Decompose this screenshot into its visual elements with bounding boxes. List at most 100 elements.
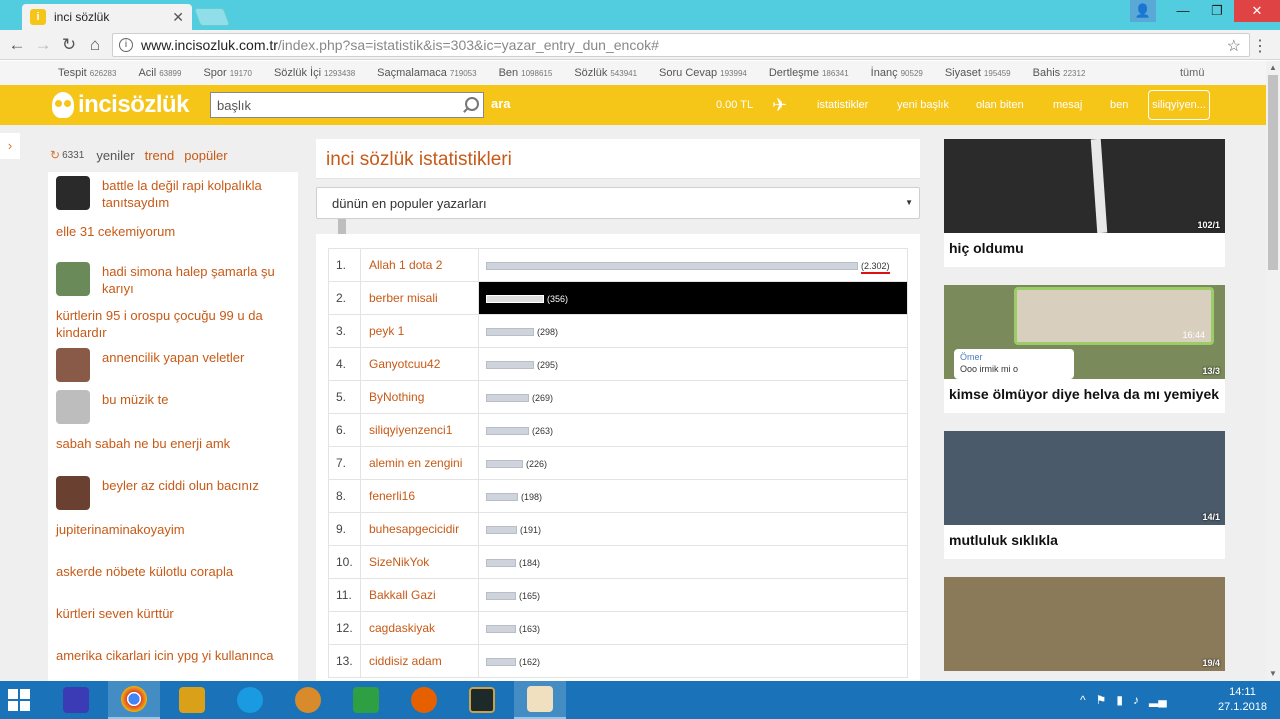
tray-chevron-icon[interactable]: ^	[1080, 693, 1086, 707]
tray-battery-icon[interactable]: ▮	[1116, 693, 1123, 707]
scroll-up-arrow-icon[interactable]: ▲	[1266, 61, 1280, 75]
topic-title[interactable]: battle la değil rapi kolpalıkla tanıtsay…	[102, 177, 290, 211]
topic-title[interactable]: jupiterinaminakoyayim	[56, 521, 185, 538]
category-all-link[interactable]: tümü	[1180, 67, 1204, 79]
tab-trend[interactable]: trend	[145, 148, 175, 163]
card-image[interactable]: 19/4	[944, 577, 1225, 671]
row-author-link[interactable]: ByNothing	[360, 380, 479, 414]
nav-link-istatistikler[interactable]: istatistikler	[817, 99, 868, 111]
category-link[interactable]: Bahis 22312	[1033, 67, 1086, 79]
category-link[interactable]: Dertleşme 186341	[769, 67, 849, 79]
taskbar-game-icon[interactable]	[166, 681, 218, 719]
list-item[interactable]: beyler az ciddi olun bacınız	[48, 472, 298, 516]
profile-icon[interactable]: 👤	[1130, 0, 1156, 22]
refresh-icon[interactable]: ↻	[50, 148, 60, 162]
topic-title[interactable]: hadi simona halep şamarla şu karıyı	[102, 263, 290, 297]
taskbar-chrome-icon[interactable]	[108, 681, 160, 719]
taskbar-ie-icon[interactable]	[224, 681, 276, 719]
row-author-link[interactable]: fenerli16	[360, 479, 479, 513]
search-button[interactable]: ara	[491, 96, 511, 111]
tab-yeniler[interactable]: yeniler	[96, 148, 134, 163]
forward-arrow-icon[interactable]: →	[30, 35, 56, 55]
list-item[interactable]: kürtlerin 95 i orospu çocuğu 99 u da kin…	[48, 302, 298, 344]
balance-link[interactable]: 0.00 TL	[716, 99, 753, 111]
browser-menu-icon[interactable]: ⋮	[1252, 36, 1268, 56]
taskbar-firefox-icon[interactable]	[398, 681, 450, 719]
category-link[interactable]: Sözlük İçi 1293438	[274, 67, 355, 79]
minimize-button[interactable]: —	[1166, 0, 1200, 22]
category-link[interactable]: Sözlük 543941	[574, 67, 637, 79]
site-logo[interactable]: incisözlük	[52, 91, 190, 119]
page-scroll-thumb[interactable]	[1268, 75, 1278, 270]
category-link[interactable]: Spor 19170	[203, 67, 252, 79]
taskbar-clock[interactable]: 14:11 27.1.2018	[1218, 685, 1267, 715]
category-link[interactable]: Tespit 626283	[58, 67, 116, 79]
list-item[interactable]: kürtleri seven kürttür	[48, 600, 298, 642]
list-item[interactable]: hadi simona halep şamarla şu karıyı	[48, 258, 298, 302]
reload-icon[interactable]: ↻	[56, 35, 82, 55]
card-image[interactable]: Ömer Ooo irmik mi o 16:44 13/3	[944, 285, 1225, 379]
row-author-link[interactable]: peyk 1	[360, 314, 479, 348]
stats-type-select[interactable]: dünün en populer yazarları ▼	[316, 187, 920, 219]
tab-populer[interactable]: popüler	[184, 148, 227, 163]
topic-title[interactable]: sabah sabah ne bu enerji amk	[56, 435, 230, 452]
row-author-link[interactable]: siliqyiyenzenci1	[360, 413, 479, 447]
list-item[interactable]: sabah sabah ne bu enerji amk	[48, 430, 298, 472]
topic-title[interactable]: kürtlerin 95 i orospu çocuğu 99 u da kin…	[56, 307, 290, 341]
back-arrow-icon[interactable]: ←	[4, 35, 30, 55]
home-icon[interactable]: ⌂	[82, 35, 108, 55]
list-item[interactable]: amerika cikarlari icin ypg yi kullanınca	[48, 642, 298, 681]
row-author-link[interactable]: buhesapgecicidir	[360, 512, 479, 546]
user-menu-button[interactable]: siliqyiyen...	[1148, 90, 1210, 120]
topic-title[interactable]: beyler az ciddi olun bacınız	[102, 477, 259, 494]
bookmark-star-icon[interactable]: ☆	[1227, 36, 1241, 56]
page-scrollbar[interactable]: ▲ ▼	[1266, 61, 1280, 681]
row-author-link[interactable]: Bakkall Gazi	[360, 578, 479, 612]
row-author-link[interactable]: berber misali	[360, 281, 479, 315]
search-icon[interactable]	[459, 93, 483, 117]
category-link[interactable]: Ben 1098615	[499, 67, 553, 79]
sidebar-toggle-chevron-icon[interactable]: ›	[0, 133, 20, 159]
browser-tab-active[interactable]: i inci sözlük ✕	[22, 4, 192, 30]
search-input[interactable]	[211, 93, 459, 117]
feature-card[interactable]: 102/1 hiç oldumu	[944, 139, 1225, 267]
topic-title[interactable]: kürtleri seven kürttür	[56, 605, 174, 622]
scroll-down-arrow-icon[interactable]: ▼	[1266, 667, 1280, 681]
taskbar-settings-icon[interactable]	[50, 681, 102, 719]
nav-link-olan-biten[interactable]: olan biten	[976, 99, 1024, 111]
window-close-button[interactable]: ✕	[1234, 0, 1280, 22]
card-image[interactable]: 14/1	[944, 431, 1225, 525]
list-item[interactable]: bu müzik te	[48, 386, 298, 430]
topic-title[interactable]: annencilik yapan veletler	[102, 349, 244, 366]
category-link[interactable]: Siyaset 195459	[945, 67, 1011, 79]
windows-start-icon[interactable]	[8, 689, 30, 711]
row-author-link[interactable]: SizeNikYok	[360, 545, 479, 579]
row-author-link[interactable]: ciddisiz adam	[360, 644, 479, 678]
taskbar-store-icon[interactable]	[340, 681, 392, 719]
tray-network-icon[interactable]: ⚑	[1096, 693, 1107, 707]
nav-link-ben[interactable]: ben	[1110, 99, 1128, 111]
taskbar-lol-icon[interactable]	[456, 681, 508, 719]
taskbar-app-icon[interactable]	[282, 681, 334, 719]
row-author-link[interactable]: alemin en zengini	[360, 446, 479, 480]
feature-card[interactable]: Ömer Ooo irmik mi o 16:44 13/3 kimse ölmüyor…	[944, 285, 1225, 413]
site-info-icon[interactable]: i	[119, 38, 133, 52]
category-link[interactable]: İnanç 90529	[871, 67, 923, 79]
card-image[interactable]: 102/1	[944, 139, 1225, 233]
tray-signal-icon[interactable]: ▂▄	[1149, 693, 1167, 707]
feature-card[interactable]: 19/4	[944, 577, 1225, 671]
satellite-icon[interactable]: ✈	[772, 95, 787, 116]
topic-title[interactable]: amerika cikarlari icin ypg yi kullanınca	[56, 647, 273, 664]
list-item[interactable]: battle la değil rapi kolpalıkla tanıtsay…	[48, 172, 298, 218]
taskbar-paint-icon[interactable]	[514, 681, 566, 719]
category-link[interactable]: Saçmalamaca 719053	[377, 67, 476, 79]
topic-title[interactable]: bu müzik te	[102, 391, 168, 408]
nav-link-yeni-baslik[interactable]: yeni başlık	[897, 99, 949, 111]
url-input[interactable]: i www.incisozluk.com.tr /index.php?sa=is…	[112, 33, 1250, 57]
nav-link-mesaj[interactable]: mesaj	[1053, 99, 1082, 111]
card-title[interactable]: hiç oldumu	[944, 233, 1225, 267]
feature-card[interactable]: 14/1 mutluluk sıklıkla	[944, 431, 1225, 559]
list-item[interactable]: askerde nöbete külotlu corapla	[48, 558, 298, 600]
topic-title[interactable]: elle 31 cekemiyorum	[56, 223, 175, 240]
category-link[interactable]: Soru Cevap 193994	[659, 67, 747, 79]
